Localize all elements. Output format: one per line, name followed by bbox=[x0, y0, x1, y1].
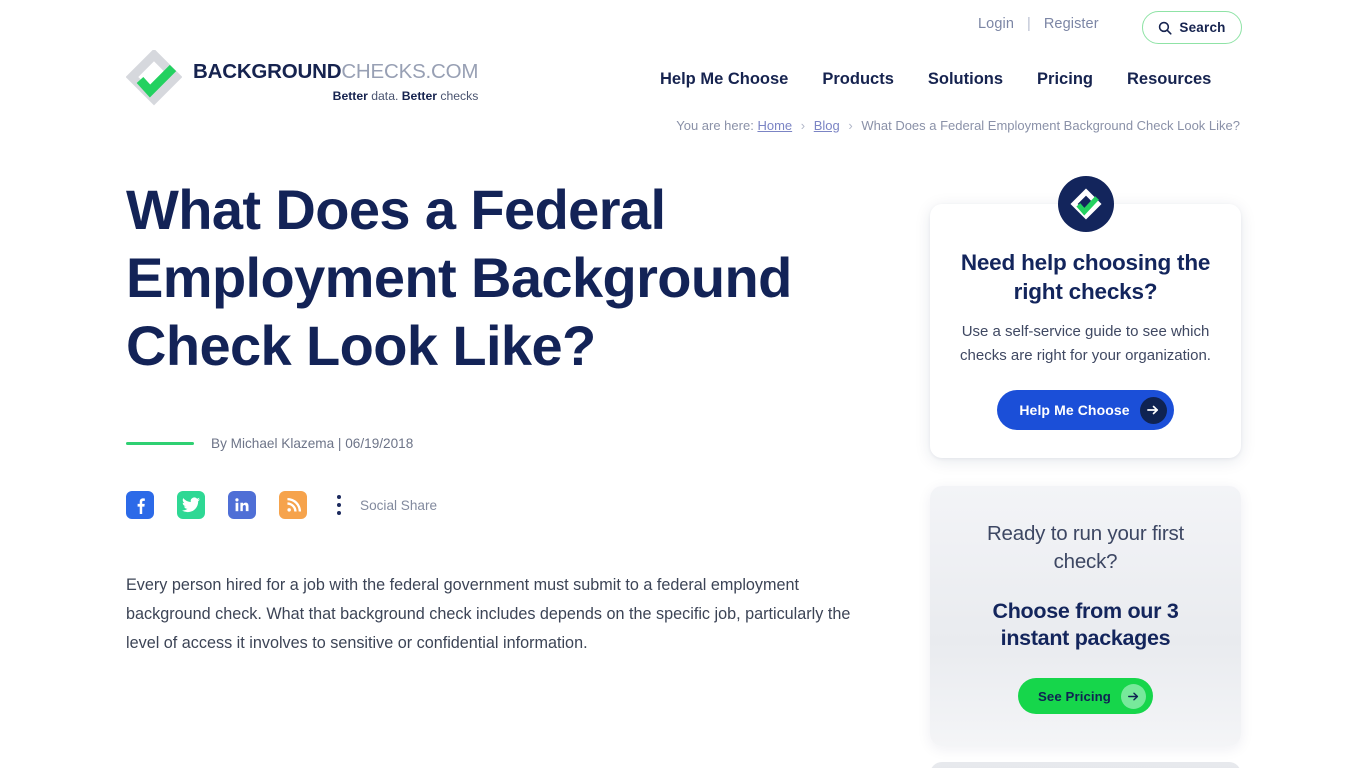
kebab-dot bbox=[336, 495, 342, 500]
logo-text: BACKGROUNDCHECKS.COM Better data. Better… bbox=[193, 52, 478, 102]
page-title: What Does a Federal Employment Backgroun… bbox=[126, 178, 792, 377]
kebab-dot bbox=[336, 502, 342, 508]
help-card-body: Use a self-service guide to see which ch… bbox=[960, 323, 1211, 364]
breadcrumb-blog-link[interactable]: Blog bbox=[814, 118, 840, 133]
article-paragraph: Every person hired for a job with the fe… bbox=[126, 576, 851, 652]
social-share-row: Social Share bbox=[126, 491, 886, 519]
page-root: Login | Register Search BACKGROUNDCHECKS bbox=[0, 0, 1366, 768]
report-instantly-card: Get your report instantly bbox=[930, 762, 1241, 768]
site-logo[interactable]: BACKGROUNDCHECKS.COM Better data. Better… bbox=[125, 48, 478, 106]
diamond-check-badge-icon bbox=[1057, 176, 1114, 232]
nav-item-solutions[interactable]: Solutions bbox=[928, 70, 1003, 89]
see-pricing-button-label: See Pricing bbox=[1038, 688, 1111, 704]
breadcrumb-prefix: You are here: bbox=[676, 118, 754, 133]
byline: By Michael Klazema | 06/19/2018 bbox=[126, 436, 886, 451]
register-link[interactable]: Register bbox=[1044, 16, 1099, 32]
search-button[interactable]: Search bbox=[1142, 11, 1242, 44]
diamond-check-logo-icon bbox=[125, 48, 183, 106]
byline-rule bbox=[126, 441, 194, 446]
byline-text: By Michael Klazema | 06/19/2018 bbox=[211, 436, 414, 451]
breadcrumb-separator-1: › bbox=[800, 118, 806, 133]
arrow-right-icon bbox=[1120, 683, 1146, 709]
logo-title-light: CHECKS.COM bbox=[341, 60, 479, 83]
account-links: Login | Register bbox=[978, 16, 1099, 32]
logo-tagline-light-1: data. bbox=[367, 88, 402, 103]
logo-title-bold: BACKGROUND bbox=[193, 60, 342, 83]
logo-tagline-bold-1: Better bbox=[332, 88, 368, 103]
top-bar: Login | Register Search bbox=[0, 0, 1366, 56]
logo-tagline-bold-2: Better bbox=[401, 88, 437, 103]
account-separator: | bbox=[1026, 16, 1031, 32]
kebab-dot bbox=[336, 510, 342, 515]
help-me-choose-button[interactable]: Help Me Choose bbox=[997, 390, 1174, 430]
nav-item-products[interactable]: Products bbox=[822, 70, 894, 89]
ready-to-run-card: Ready to run your first check? Choose fr… bbox=[930, 486, 1241, 746]
help-card-heading: Need help choosing the right checks? bbox=[960, 250, 1211, 304]
breadcrumb-current: What Does a Federal Employment Backgroun… bbox=[861, 118, 1240, 133]
nav-item-pricing[interactable]: Pricing bbox=[1037, 70, 1093, 89]
ready-card-line1: Ready to run your first check? bbox=[986, 522, 1185, 573]
nav-item-help-me-choose[interactable]: Help Me Choose bbox=[660, 70, 788, 89]
see-pricing-button[interactable]: See Pricing bbox=[1018, 678, 1153, 714]
ready-card-line2: Choose from our 3 instant packages bbox=[992, 599, 1179, 650]
twitter-icon[interactable] bbox=[177, 491, 205, 519]
breadcrumb-separator-2: › bbox=[848, 118, 853, 133]
nav-item-resources[interactable]: Resources bbox=[1127, 70, 1211, 89]
arrow-right-icon bbox=[1139, 396, 1167, 424]
breadcrumb-home-link[interactable]: Home bbox=[757, 118, 792, 133]
more-options-icon[interactable] bbox=[330, 491, 348, 519]
main-navigation: Help Me Choose Products Solutions Pricin… bbox=[660, 70, 1211, 89]
sidebar: Need help choosing the right checks? Use… bbox=[930, 176, 1241, 768]
help-choosing-card: Need help choosing the right checks? Use… bbox=[930, 176, 1241, 458]
rss-icon[interactable] bbox=[279, 491, 307, 519]
article-main: What Does a Federal Employment Backgroun… bbox=[126, 176, 886, 658]
social-share-label: Social Share bbox=[360, 497, 438, 513]
search-button-label: Search bbox=[1179, 20, 1226, 35]
help-me-choose-button-label: Help Me Choose bbox=[1019, 402, 1130, 418]
logo-tagline: Better data. Better checks bbox=[193, 88, 479, 103]
search-icon bbox=[1158, 21, 1172, 35]
facebook-icon[interactable] bbox=[126, 491, 154, 519]
breadcrumb: You are here: Home › Blog › What Does a … bbox=[0, 118, 1240, 133]
logo-title: BACKGROUNDCHECKS.COM bbox=[193, 60, 479, 83]
logo-tagline-light-2: checks bbox=[436, 88, 479, 103]
login-link[interactable]: Login bbox=[978, 16, 1014, 32]
linkedin-icon[interactable] bbox=[228, 491, 256, 519]
